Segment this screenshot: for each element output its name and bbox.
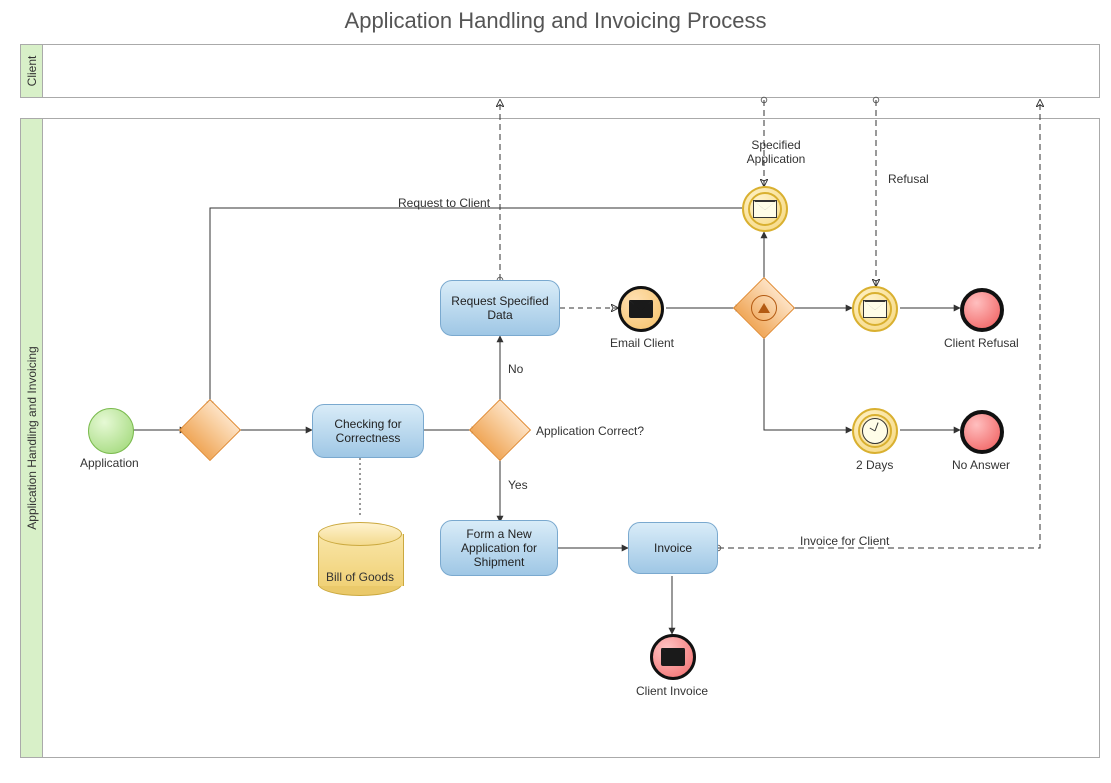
diagram-title: Application Handling and Invoicing Proce…	[0, 8, 1111, 34]
datastore-bill-of-goods	[318, 522, 402, 596]
end-event-client-invoice	[650, 634, 696, 680]
task-form-shipment: Form a New Application for Shipment	[440, 520, 558, 576]
edge-label-refusal: Refusal	[888, 172, 929, 186]
envelope-dark-icon	[661, 648, 685, 666]
lane-title-main: Application Handling and Invoicing	[25, 346, 39, 529]
clock-icon	[862, 418, 888, 444]
end-label-no-answer: No Answer	[952, 458, 1010, 472]
event-specified-application	[742, 186, 788, 232]
lane-title-client: Client	[25, 56, 39, 87]
end-label-client-invoice: Client Invoice	[636, 684, 708, 698]
task-checking-correctness: Checking for Correctness	[312, 404, 424, 458]
lane-header-client: Client	[21, 45, 43, 97]
end-event-no-answer	[960, 410, 1004, 454]
end-event-client-refusal	[960, 288, 1004, 332]
gateway-label-app-correct: Application Correct?	[536, 424, 644, 438]
edge-label-specified-app: Specified Application	[736, 138, 816, 166]
event-email-client	[618, 286, 664, 332]
envelope-light-icon	[863, 300, 887, 318]
edge-label-no: No	[508, 362, 523, 376]
task-invoice: Invoice	[628, 522, 718, 574]
task-request-data: Request Specified Data	[440, 280, 560, 336]
datastore-label-bill-of-goods: Bill of Goods	[326, 570, 394, 584]
envelope-light-icon	[753, 200, 777, 218]
pool-main: Application Handling and Invoicing	[20, 118, 1100, 758]
lane-header-main: Application Handling and Invoicing	[21, 119, 43, 757]
event-label-email-client: Email Client	[610, 336, 674, 350]
edge-label-request-to-client: Request to Client	[398, 196, 490, 210]
edge-label-invoice-for-client: Invoice for Client	[800, 534, 889, 548]
event-refusal	[852, 286, 898, 332]
start-label: Application	[80, 456, 139, 470]
pool-client: Client	[20, 44, 1100, 98]
event-timer-2days	[852, 408, 898, 454]
envelope-dark-icon	[629, 300, 653, 318]
event-label-2days: 2 Days	[856, 458, 893, 472]
start-event-application	[88, 408, 134, 454]
edge-label-yes: Yes	[508, 478, 528, 492]
end-label-client-refusal: Client Refusal	[944, 336, 1019, 350]
